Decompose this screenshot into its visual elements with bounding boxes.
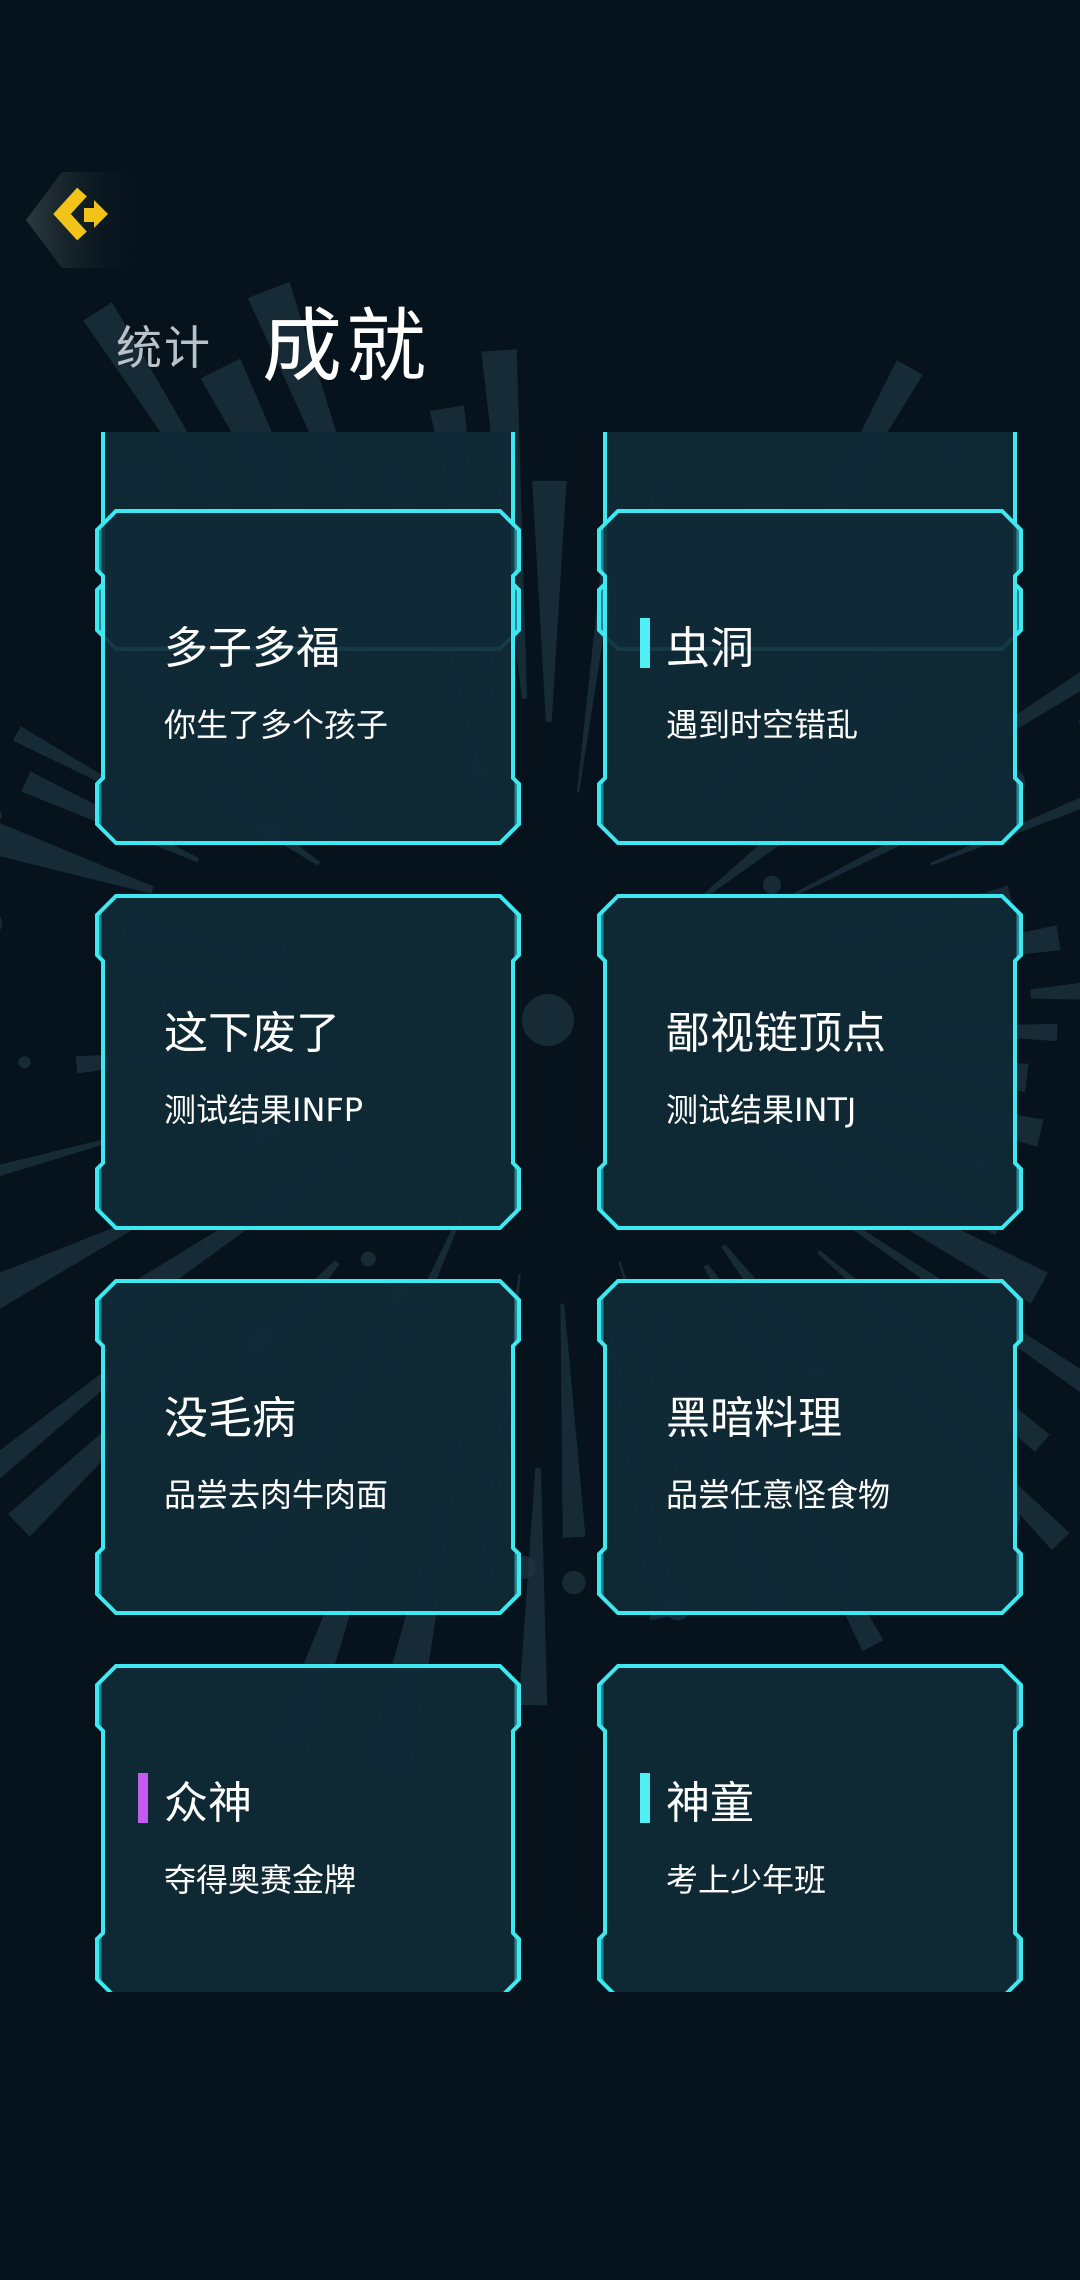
achievement-desc: 品尝去肉牛肉面 xyxy=(164,1476,389,1514)
back-button[interactable] xyxy=(24,170,139,270)
achievement-card[interactable]: 黑暗料理 品尝任意怪食物 xyxy=(596,1278,1024,1616)
achievement-title: 虫洞 xyxy=(666,623,754,674)
achievement-desc: 品尝任意怪食物 xyxy=(666,1476,891,1514)
achievement-desc: 测试结果INFP xyxy=(164,1091,364,1129)
achievement-card[interactable]: 神童 考上少年班 xyxy=(596,1663,1024,1992)
status-marker xyxy=(640,618,650,668)
achievement-card[interactable]: 多子多福 你生了多个孩子 xyxy=(94,508,522,846)
achievement-desc: 你生了多个孩子 xyxy=(164,706,389,744)
achievement-card[interactable]: 这下废了 测试结果INFP xyxy=(94,893,522,1231)
achievement-title: 神童 xyxy=(666,1778,754,1829)
achievement-title: 众神 xyxy=(164,1778,252,1829)
chevron-left-icon xyxy=(26,172,136,268)
achievement-desc: 考上少年班 xyxy=(666,1861,827,1899)
tab-stats[interactable]: 统计 xyxy=(116,312,212,378)
tab-achievements[interactable]: 成就 xyxy=(262,282,430,398)
achievement-desc: 夺得奥赛金牌 xyxy=(164,1861,357,1899)
achievement-desc: 测试结果INTJ xyxy=(666,1091,857,1129)
achievement-title: 没毛病 xyxy=(164,1393,296,1444)
status-marker xyxy=(640,1773,650,1823)
achievement-card[interactable]: 虫洞 遇到时空错乱 xyxy=(596,508,1024,846)
status-marker xyxy=(138,1773,148,1823)
achievement-card[interactable]: 鄙视链顶点 测试结果INTJ xyxy=(596,893,1024,1231)
achievement-desc: 遇到时空错乱 xyxy=(666,706,859,744)
achievement-title: 这下废了 xyxy=(164,1008,340,1059)
achievements-grid[interactable]: 多子多福 你生了多个孩子 虫洞 遇到时空错乱 这下废了 测试结果INFP 鄙视链… xyxy=(0,432,1080,1992)
achievement-title: 鄙视链顶点 xyxy=(666,1008,886,1059)
achievement-card[interactable]: 众神 夺得奥赛金牌 xyxy=(94,1663,522,1992)
achievement-title: 黑暗料理 xyxy=(666,1393,842,1444)
achievement-title: 多子多福 xyxy=(164,623,340,674)
achievement-card[interactable]: 没毛病 品尝去肉牛肉面 xyxy=(94,1278,522,1616)
